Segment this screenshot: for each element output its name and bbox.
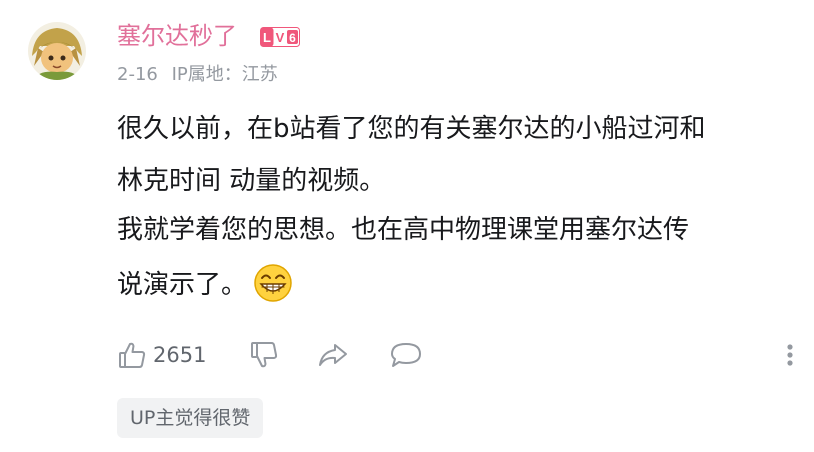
avatar-image	[28, 22, 86, 80]
comment-line: 我就学着您的思想。也在高中物理课堂用塞尔达传	[117, 215, 690, 245]
comment-meta: 2-16 IP属地：江苏	[117, 62, 278, 88]
svg-text:6: 6	[289, 31, 296, 45]
reply-icon	[389, 340, 423, 370]
comment-date: 2-16	[117, 64, 158, 85]
level-badge: L V 6	[260, 27, 300, 47]
grin-emoji	[253, 263, 293, 303]
up-liked-tag: UP主觉得很赞	[117, 398, 264, 438]
like-count: 2651	[153, 343, 207, 367]
share-button[interactable]	[317, 336, 349, 374]
avatar[interactable]	[28, 22, 86, 80]
more-vertical-icon	[782, 340, 798, 370]
dislike-button[interactable]	[249, 336, 279, 374]
share-icon	[317, 340, 349, 370]
comment-line: 很久以前，在b站看了您的有关塞尔达的小船过河和	[117, 114, 706, 144]
ip-location: IP属地：江苏	[171, 64, 278, 85]
svg-text:L: L	[263, 30, 271, 45]
thumbs-up-icon	[117, 340, 147, 370]
comment-last-line: 说演示了。	[117, 263, 807, 304]
thumbs-down-icon	[249, 340, 279, 370]
reply-button[interactable]	[389, 336, 423, 374]
username[interactable]: 塞尔达秒了	[117, 20, 237, 52]
comment-line: 说演示了。	[117, 270, 248, 300]
like-button[interactable]: 2651	[117, 336, 206, 374]
comment-body: 很久以前，在b站看了您的有关塞尔达的小船过河和 林克时间 动量的视频。 我就学着…	[117, 110, 807, 304]
comment-line: 林克时间 动量的视频。	[117, 166, 386, 196]
more-options-button[interactable]	[782, 336, 798, 374]
comment-actions: 2651	[117, 336, 807, 374]
svg-text:V: V	[276, 30, 285, 45]
